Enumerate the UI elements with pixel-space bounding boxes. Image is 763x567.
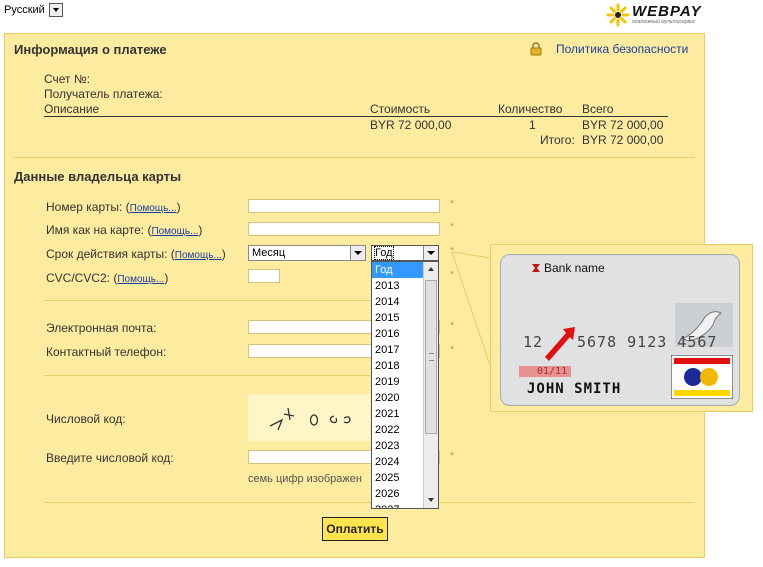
bank-logo-icon: [532, 264, 540, 272]
logo-subtitle: платежный мультисервис: [632, 19, 696, 25]
table-header-divider: [44, 116, 668, 117]
callout-pointer: [452, 251, 492, 368]
help-paren: ): [198, 223, 203, 237]
section-divider: [44, 375, 370, 376]
row-quantity: 1: [529, 118, 536, 132]
section-divider: [44, 502, 694, 503]
captcha-hint: семь цифр изображен: [248, 473, 362, 485]
col-cost: Стоимость: [370, 102, 431, 116]
scroll-up-icon[interactable]: [424, 262, 438, 276]
help-link-card-number[interactable]: Помощь...: [130, 203, 177, 214]
card-expiry: 01/11: [537, 366, 568, 377]
language-select[interactable]: Русский: [4, 2, 63, 18]
webpay-logo: WEBPAY платежный мультисервис: [606, 3, 706, 27]
scroll-thumb[interactable]: [425, 280, 437, 434]
section-divider: [44, 300, 370, 301]
holder-title: Данные владельца карты: [14, 169, 182, 184]
dropdown-scrollbar[interactable]: [423, 262, 438, 508]
card-holder-name: JOHN SMITH: [527, 381, 622, 397]
required-star: *: [450, 450, 455, 462]
captcha-image: [248, 394, 370, 441]
phone-label: Контактный телефон:: [46, 345, 167, 359]
chevron-down-icon[interactable]: [350, 246, 365, 260]
payment-brand-logo-icon: [671, 355, 733, 399]
year-dropdown-list[interactable]: Год 2013 2014 2015 2016 2017 2018 2019 2020 2021 2…: [371, 261, 439, 509]
section-divider: [14, 157, 695, 158]
captcha-code-label: Числовой код:: [46, 412, 126, 426]
chevron-down-icon[interactable]: [48, 3, 63, 17]
expiry-month-select[interactable]: Месяц: [248, 245, 366, 261]
captcha-enter-label: Введите числовой код:: [46, 451, 174, 465]
scroll-down-icon[interactable]: [424, 494, 438, 508]
recipient-label: Получатель платежа:: [44, 87, 163, 101]
pay-button[interactable]: Оплатить: [322, 517, 388, 541]
grand-total-value: BYR 72 000,00: [582, 133, 664, 147]
row-cost: BYR 72 000,00: [370, 118, 452, 132]
help-link-cvc[interactable]: Помощь...: [117, 274, 164, 285]
col-description: Описание: [44, 102, 100, 116]
help-link-card-name[interactable]: Помощь...: [151, 226, 198, 237]
card-name-input[interactable]: [248, 222, 440, 236]
card-number-label: Номер карты:: [46, 200, 123, 214]
col-quantity: Количество: [498, 102, 563, 116]
card-name-row: Имя как на карте: (Помощь...): [46, 223, 202, 237]
required-star: *: [450, 221, 455, 233]
lock-icon: [530, 42, 542, 56]
required-star: *: [450, 198, 455, 210]
expiry-row: Срок действия карты: (Помощь...): [46, 247, 226, 261]
card-name-label: Имя как на карте:: [46, 223, 145, 237]
account-label: Счет №:: [44, 72, 91, 86]
cvc-input[interactable]: [248, 269, 280, 283]
red-arrow-icon: [545, 327, 575, 361]
card-number-input[interactable]: [248, 199, 440, 213]
expiry-label: Срок действия карты:: [46, 247, 168, 261]
security-policy-link[interactable]: Политика безопасности: [556, 42, 688, 56]
chevron-down-icon[interactable]: [423, 246, 438, 260]
help-paren: ): [176, 200, 181, 214]
email-label: Электронная почта:: [46, 321, 157, 335]
card-example: Bank name 12 5678 9123 4567 01/11 JOHN S…: [500, 254, 740, 406]
card-number-rest: 5678 9123 4567: [577, 333, 718, 351]
language-value: Русский: [4, 4, 45, 16]
sun-logo-icon: [606, 3, 630, 27]
help-paren: ): [164, 271, 169, 285]
grand-total-label: Итого:: [540, 133, 575, 147]
expiry-year-select[interactable]: Год: [371, 245, 439, 261]
month-value: Месяц: [252, 247, 286, 259]
cvc-label: CVC/CVC2:: [46, 271, 111, 285]
col-total: Всего: [582, 102, 614, 116]
help-paren: ): [221, 247, 226, 261]
help-link-expiry[interactable]: Помощь...: [175, 250, 222, 261]
year-value: Год: [374, 246, 394, 260]
row-total: BYR 72 000,00: [582, 118, 664, 132]
payment-info-title: Информация о платеже: [14, 42, 167, 57]
bank-name: Bank name: [544, 261, 605, 275]
card-number-row: Номер карты: (Помощь...): [46, 200, 181, 214]
cvc-row: CVC/CVC2: (Помощь...): [46, 271, 168, 285]
logo-text: WEBPAY: [632, 3, 702, 20]
